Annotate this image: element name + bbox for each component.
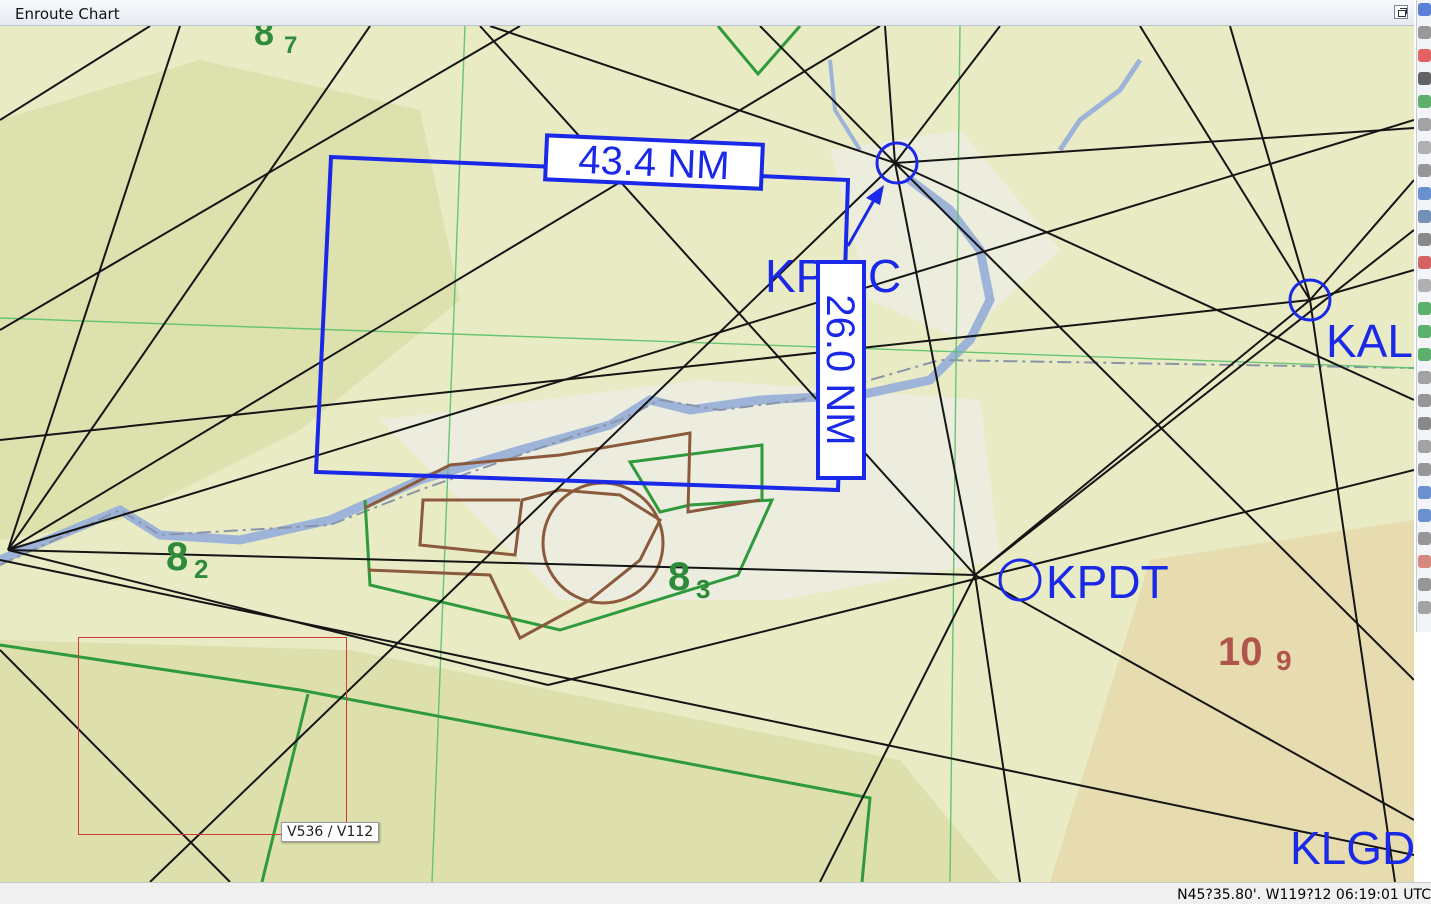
measure-distance-vertical: 26.0 NM [816, 260, 866, 480]
compass-icon[interactable] [1418, 3, 1431, 16]
restore-window-button[interactable] [1394, 5, 1408, 19]
svg-text:26.0 NM: 26.0 NM [818, 294, 862, 445]
phone-icon[interactable] [1418, 302, 1431, 315]
grid-icon[interactable] [1418, 187, 1431, 200]
pointer-icon[interactable] [1418, 279, 1431, 292]
svg-text:10: 10 [1218, 630, 1263, 674]
svg-text:8: 8 [166, 535, 188, 579]
five-icon[interactable] [1418, 348, 1431, 361]
record-icon[interactable] [1418, 49, 1431, 62]
kalw-label: KAL [1326, 315, 1413, 367]
svg-text:8: 8 [254, 26, 274, 53]
g-icon[interactable] [1418, 95, 1431, 108]
svg-text:43.4 NM: 43.4 NM [577, 138, 730, 189]
coordinates-readout: N45?35.80'. W119?12 06:19:01 UTC [1177, 887, 1431, 903]
chart-toolbar [1416, 0, 1431, 632]
plus-icon[interactable] [1418, 325, 1431, 338]
svg-text:9: 9 [1276, 645, 1292, 676]
flag-icon[interactable] [1418, 555, 1431, 568]
klgd-label: KLGD [1290, 822, 1414, 874]
cursor-icon[interactable] [1418, 486, 1431, 499]
cut-icon[interactable] [1418, 578, 1431, 591]
rotate-icon[interactable] [1418, 532, 1431, 545]
layers-icon[interactable] [1418, 210, 1431, 223]
loop-icon[interactable] [1418, 394, 1431, 407]
svg-text:2: 2 [194, 554, 208, 584]
line-icon[interactable] [1418, 417, 1431, 430]
arc-icon[interactable] [1418, 233, 1431, 246]
pen-icon[interactable] [1418, 118, 1431, 131]
box-icon[interactable] [1418, 463, 1431, 476]
kpdt-label: KPDT [1046, 556, 1169, 608]
svg-text:8: 8 [668, 555, 690, 599]
svg-text:3: 3 [696, 574, 710, 604]
svg-text:7: 7 [284, 32, 297, 59]
circle-icon[interactable] [1418, 371, 1431, 384]
hash-icon[interactable] [1418, 440, 1431, 453]
arrow-icon[interactable] [1418, 164, 1431, 177]
airway-tooltip: V536 / V112 [281, 822, 380, 842]
crosshair-icon[interactable] [1418, 72, 1431, 85]
status-bar: N45?35.80'. W119?12 06:19:01 UTC [0, 882, 1431, 904]
arrow2-icon[interactable] [1418, 509, 1431, 522]
window-titlebar: Enroute Chart [0, 0, 1414, 26]
triangle-icon[interactable] [1418, 141, 1431, 154]
window-title: Enroute Chart [15, 5, 120, 23]
selection-rectangle[interactable] [78, 637, 347, 835]
frame-icon[interactable] [1418, 256, 1431, 269]
line2-icon[interactable] [1418, 601, 1431, 614]
wrench-icon[interactable] [1418, 26, 1431, 39]
measure-distance-horizontal: 43.4 NM [543, 133, 765, 191]
kpsc-label-right: C [868, 250, 901, 302]
